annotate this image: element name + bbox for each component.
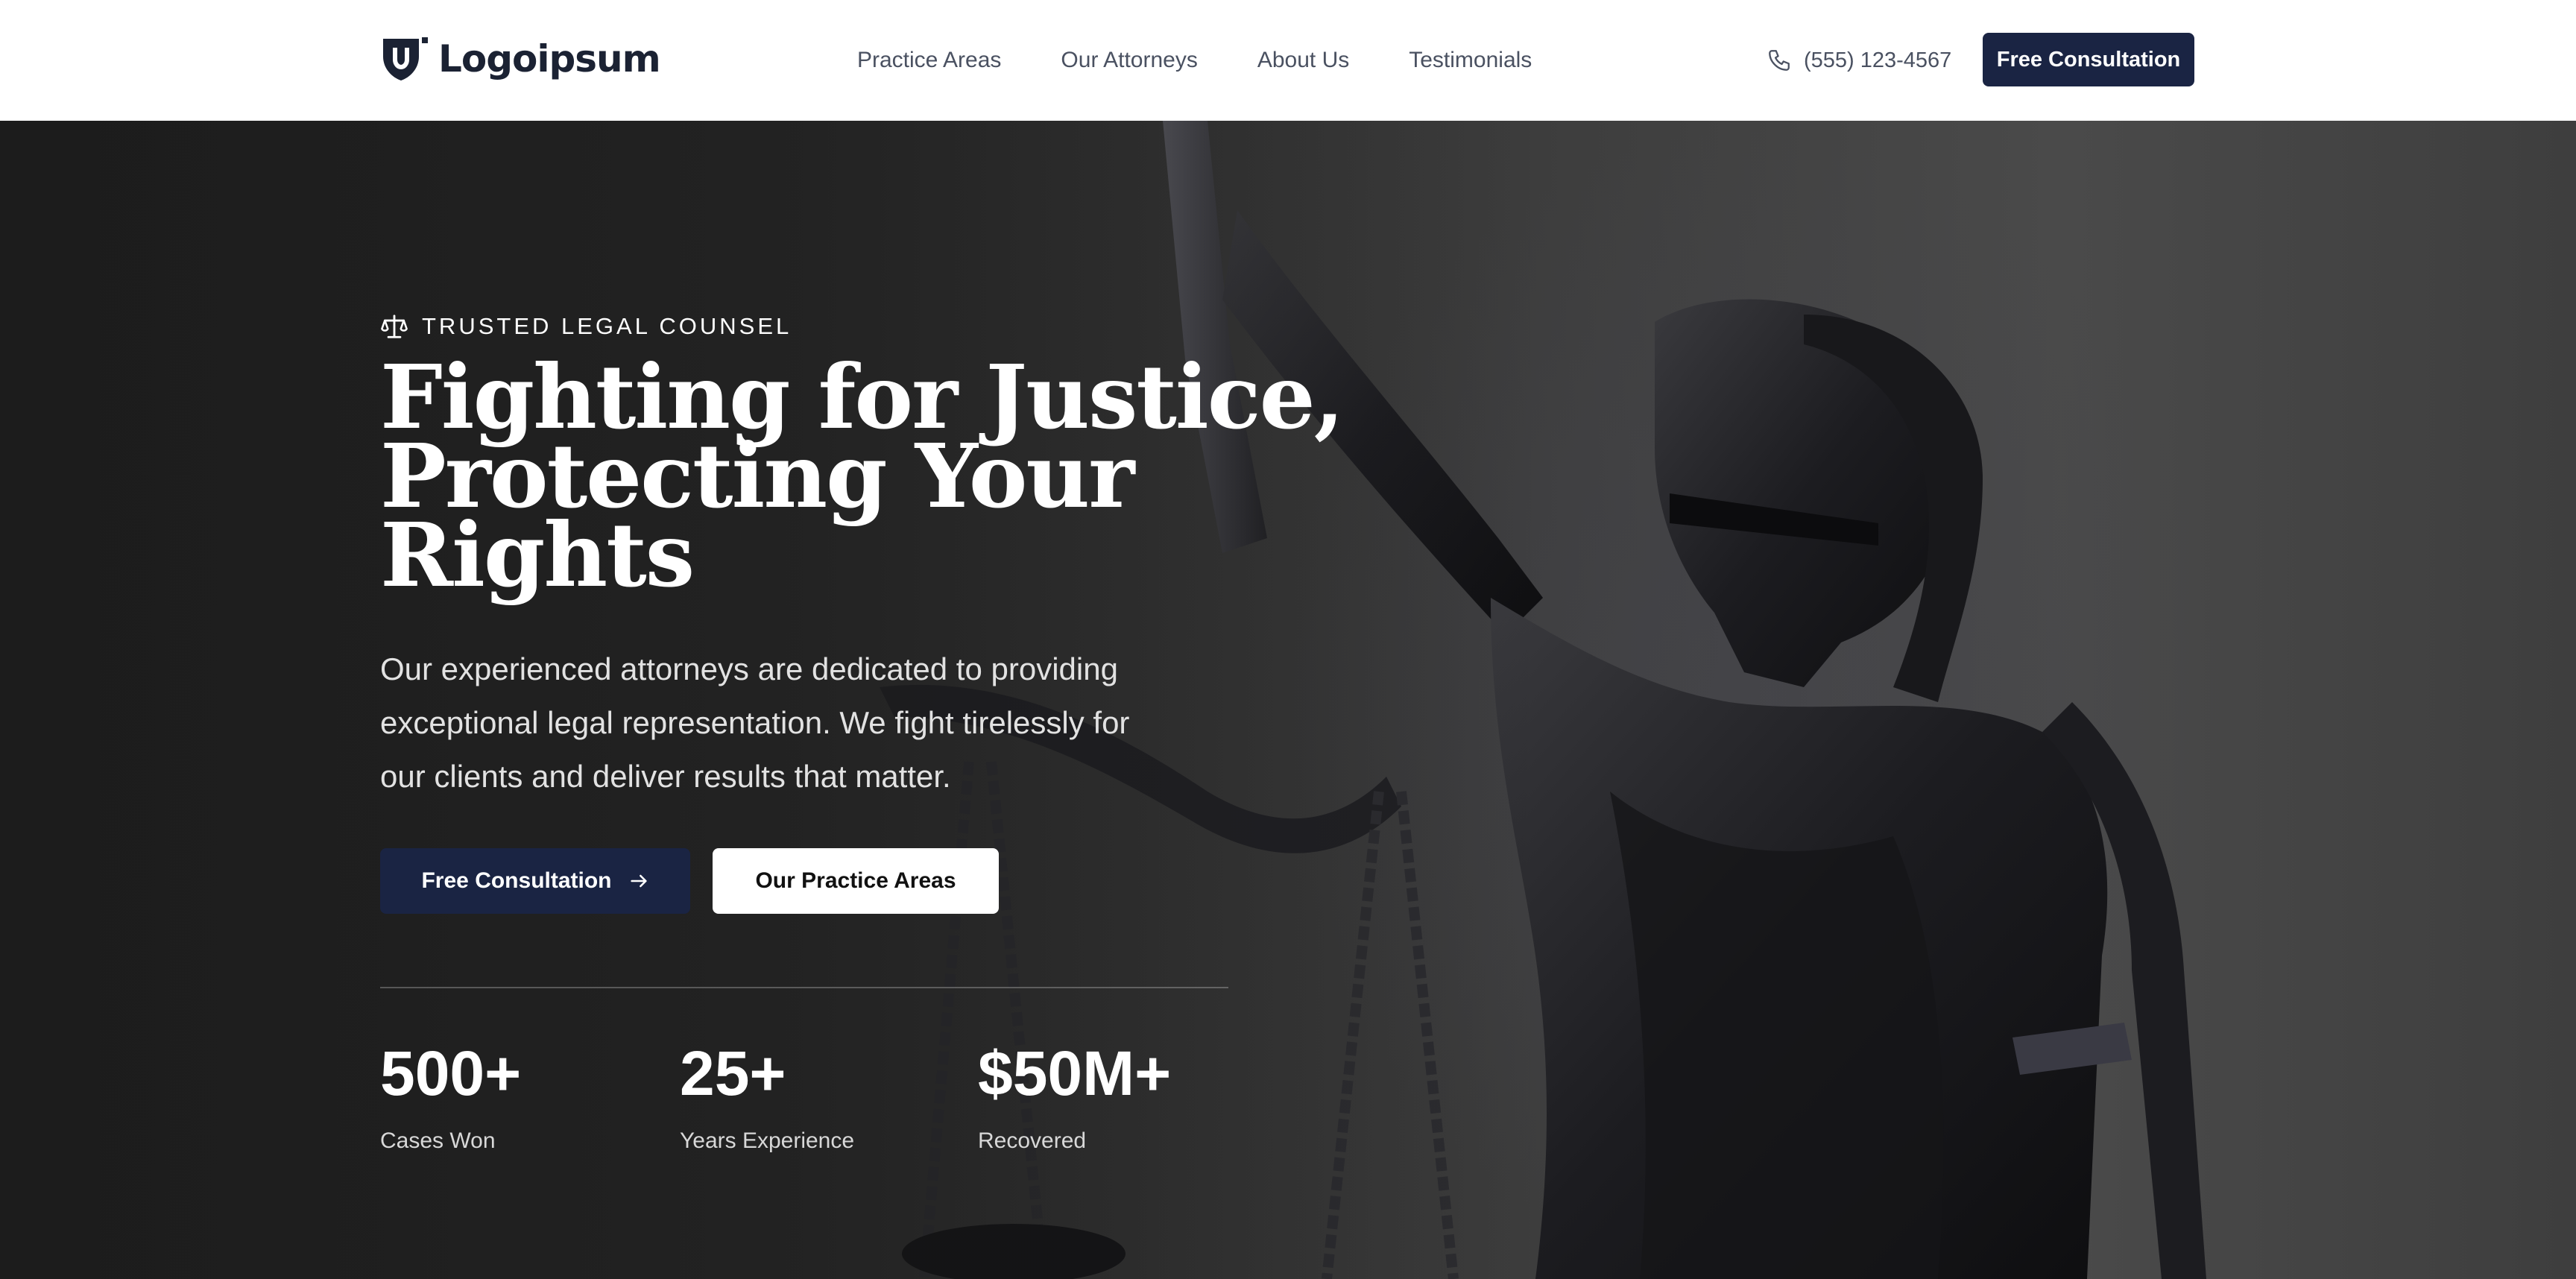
stat-cases-won: 500+ Cases Won: [380, 1039, 521, 1154]
stat-recovered: $50M+ Recovered: [978, 1039, 1171, 1154]
main-nav: Practice Areas Our Attorneys About Us Te…: [857, 42, 1591, 79]
scale-icon: [381, 315, 408, 338]
nav-practice-areas[interactable]: Practice Areas: [857, 48, 1001, 73]
shield-logo-icon: [383, 37, 428, 80]
stat-value: $50M+: [978, 1038, 1172, 1108]
stat-label: Cases Won: [380, 1128, 496, 1153]
phone-link[interactable]: (555) 123-4567: [1767, 42, 1951, 79]
eyebrow-text: TRUSTED LEGAL COUNSEL: [422, 313, 792, 339]
nav-testimonials[interactable]: Testimonials: [1409, 48, 1532, 73]
brand-name: Logoipsum: [438, 37, 661, 80]
nav-our-attorneys[interactable]: Our Attorneys: [1061, 48, 1197, 73]
nav-about-us[interactable]: About Us: [1257, 48, 1349, 73]
phone-number: (555) 123-4567: [1804, 48, 1952, 72]
hero-section: TRUSTED LEGAL COUNSEL Fighting for Justi…: [0, 121, 2576, 1279]
hero-title: Fighting for Justice, Protecting Your Ri…: [380, 353, 1349, 599]
stats-divider: [380, 987, 1228, 988]
stat-value: 500+: [380, 1038, 522, 1108]
practice-areas-button[interactable]: Our Practice Areas: [713, 848, 999, 914]
free-consultation-button[interactable]: Free Consultation: [380, 848, 690, 914]
phone-icon: [1769, 50, 1790, 71]
stat-label: Years Experience: [680, 1128, 855, 1153]
stat-years-experience: 25+ Years Experience: [680, 1039, 854, 1154]
hero-description: Our experienced attorneys are dedicated …: [380, 651, 1130, 794]
practice-areas-label: Our Practice Areas: [755, 868, 956, 893]
hero-eyebrow: TRUSTED LEGAL COUNSEL: [380, 312, 792, 341]
stat-label: Recovered: [978, 1128, 1087, 1153]
free-consultation-label: Free Consultation: [421, 868, 612, 893]
arrow-right-icon: [630, 874, 647, 888]
site-header: Logoipsum Practice Areas Our Attorneys A…: [0, 0, 2576, 121]
brand-logo[interactable]: Logoipsum: [380, 34, 661, 83]
stat-value: 25+: [680, 1038, 786, 1108]
header-consultation-button[interactable]: Free Consultation: [1983, 33, 2194, 86]
